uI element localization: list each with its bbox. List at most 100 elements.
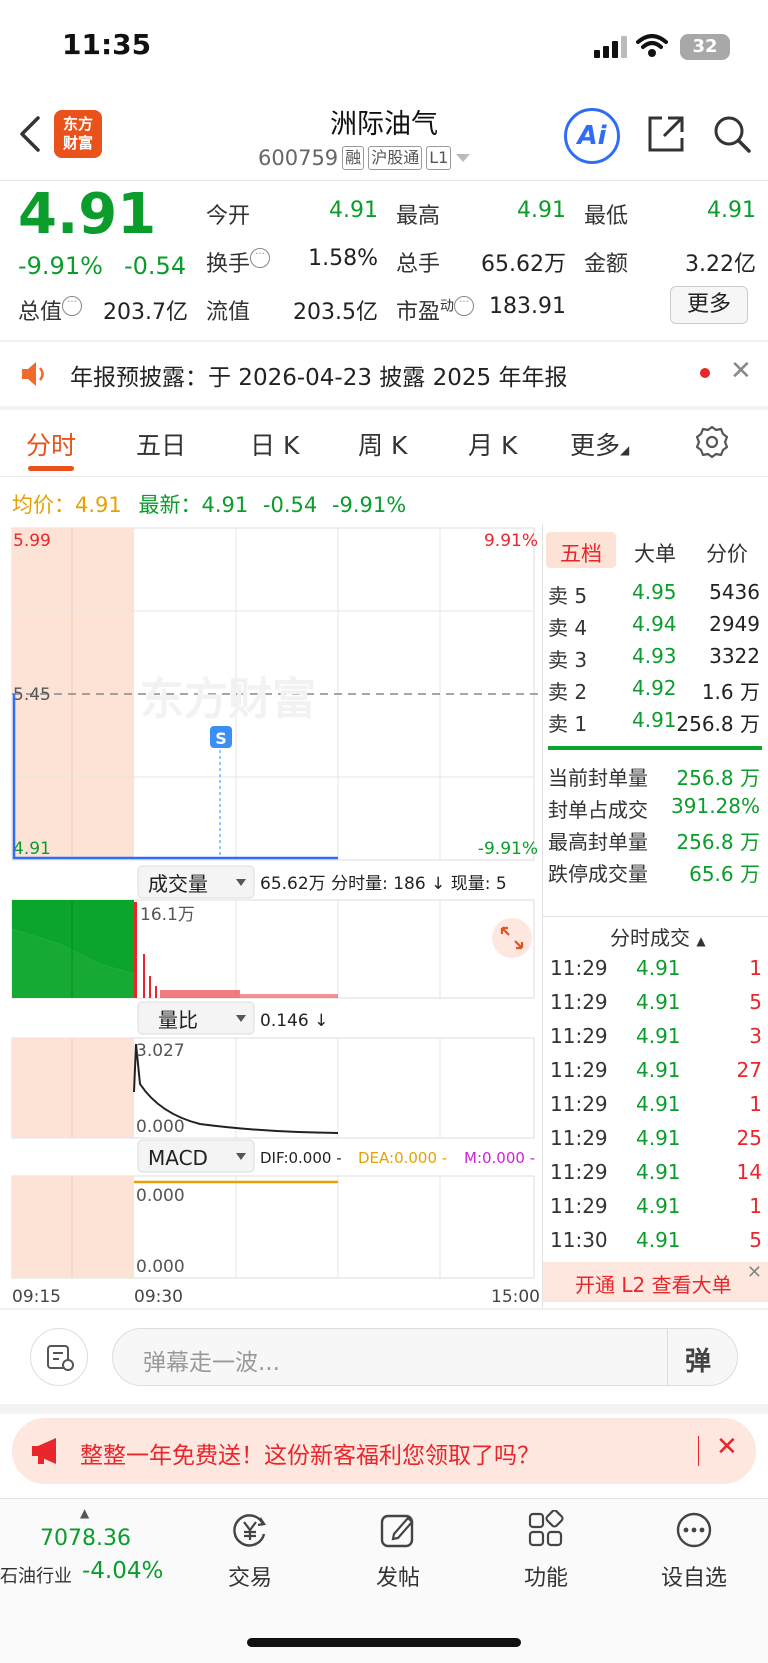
more-dots-icon — [676, 1512, 712, 1548]
open-value: 4.91 — [329, 198, 378, 223]
close-icon[interactable]: ✕ — [747, 1262, 762, 1283]
float-cap-value: 203.5亿 — [293, 300, 378, 325]
last-price: 4.91 — [18, 182, 157, 247]
info-icon: ··· — [62, 296, 83, 316]
index-percent: -4.04% — [82, 1558, 164, 1584]
ticks-title[interactable]: 分时成交 ▲ — [610, 922, 706, 951]
divider — [667, 1329, 668, 1385]
y-axis-top: 5.99 — [13, 531, 51, 551]
notice-text[interactable]: 年报预披露：于 2026-04-23 披露 2025 年年报 — [70, 358, 567, 392]
macd-dea: DEA:0.000 - — [358, 1149, 447, 1167]
divider — [543, 916, 768, 917]
danmu-input[interactable]: 弹幕走一波... 弹 — [112, 1328, 738, 1386]
caret-down-icon — [456, 154, 471, 162]
macd-dif: DIF:0.000 - — [260, 1149, 342, 1167]
divider — [0, 1308, 768, 1310]
macd-m: M:0.000 - — [464, 1149, 535, 1167]
post-edit-icon — [380, 1514, 414, 1548]
caret-icon: ◢ — [620, 443, 630, 457]
intraday-chart[interactable]: 东方财富 5.99 5.45 4.91 9.91% -9.91% S 成交量 6… — [0, 524, 542, 1310]
tab-trade[interactable]: 交易 — [190, 1510, 310, 1600]
tab-monthly-k[interactable]: 月 K — [468, 426, 517, 462]
tab-five-levels[interactable]: 五档 — [560, 538, 602, 568]
tab-price-distribution[interactable]: 分价 — [706, 538, 748, 568]
wifi-icon — [636, 34, 668, 57]
industry-index-widget[interactable]: ▲ 7078.36 石油行业 -4.04% — [0, 1504, 176, 1594]
stock-code: 600759 — [258, 146, 339, 170]
unread-dot — [700, 368, 710, 378]
danmu-list-button[interactable] — [30, 1328, 88, 1386]
tab-large-orders[interactable]: 大单 — [634, 538, 676, 568]
l2-promo-banner[interactable]: 开通 L2 查看大单 ✕ — [543, 1262, 768, 1302]
tab-intraday[interactable]: 分时 — [26, 426, 76, 462]
tab-weekly-k[interactable]: 周 K — [358, 426, 407, 462]
tab-functions[interactable]: 功能 — [486, 1510, 606, 1600]
intraday-summary: 均价：4.91 最新：4.91 -0.54 -9.91% — [12, 493, 407, 517]
ratio-top-label: 3.027 — [136, 1041, 185, 1061]
change-amount: -0.54 — [124, 252, 187, 280]
functions-grid-icon — [528, 1510, 564, 1547]
volume-bar — [155, 986, 157, 998]
time-axis-end: 15:00 — [491, 1287, 540, 1307]
search-icon[interactable] — [712, 114, 752, 154]
caret-up-icon: ▲ — [696, 934, 706, 948]
info-icon: ··· — [250, 248, 271, 268]
volume-info: 65.62万 分时量: 186 ↓ 现量: 5 — [260, 874, 507, 894]
cellular-signal-icon — [594, 36, 627, 58]
margin-tag: 融 — [342, 146, 365, 170]
volume-bar — [240, 994, 338, 998]
tab-five-day[interactable]: 五日 — [136, 426, 186, 462]
stock-code-row[interactable]: 600759 融 沪股通 L1 — [258, 146, 471, 170]
high-label: 最高 — [396, 204, 441, 229]
settings-gear-icon[interactable] — [694, 424, 730, 460]
status-time: 11:35 — [62, 28, 152, 61]
divider — [0, 340, 768, 342]
turnover-value: 1.58% — [308, 246, 378, 271]
signal-marker-label: S — [215, 729, 227, 748]
pe-label[interactable]: 市盈动 ··· — [396, 294, 475, 326]
volume-bar — [143, 954, 145, 998]
volume-value: 65.62万 — [481, 252, 566, 277]
tab-post[interactable]: 发帖 — [338, 1510, 458, 1600]
avg-price: 4.91 — [75, 493, 122, 517]
mktcap-label[interactable]: 总值 ··· — [18, 294, 83, 326]
index-name: 石油行业 — [0, 1566, 72, 1587]
info-icon: ··· — [454, 296, 475, 316]
tab-daily-k[interactable]: 日 K — [250, 426, 299, 462]
tab-watchlist-settings[interactable]: 设自选 — [634, 1510, 754, 1600]
more-quote-button[interactable]: 更多 — [670, 286, 748, 324]
active-tab-indicator — [28, 466, 74, 471]
connect-tag: 沪股通 — [368, 146, 423, 170]
volume-bar — [134, 902, 137, 998]
low-label: 最低 — [584, 204, 629, 229]
turnover-label[interactable]: 换手 ··· — [206, 246, 271, 278]
float-cap-label: 流值 — [206, 300, 251, 325]
caret-up-icon: ▲ — [80, 1506, 90, 1520]
amount-label: 金额 — [584, 252, 629, 277]
promo-close-button[interactable]: ✕ — [716, 1432, 738, 1462]
high-value: 4.91 — [517, 198, 566, 223]
share-icon[interactable] — [646, 114, 686, 154]
ai-assistant-button[interactable]: Ai — [564, 108, 620, 164]
low-value: 4.91 — [707, 198, 756, 223]
promo-banner[interactable]: 整整一年免费送！这份新客福利您领取了吗？ ✕ — [12, 1418, 756, 1484]
expand-button[interactable] — [492, 918, 532, 958]
speaker-icon — [22, 362, 44, 386]
divider — [0, 180, 768, 181]
divider — [0, 476, 768, 477]
ratio-info: 0.146 ↓ — [260, 1011, 328, 1031]
danmu-toggle-button[interactable]: 弹 — [685, 1341, 711, 1378]
macd-top-label: 0.000 — [136, 1186, 185, 1206]
index-value: 7078.36 — [40, 1526, 131, 1551]
latest-percent: -9.91% — [331, 493, 407, 517]
ratio-selector-label: 量比 — [158, 1008, 198, 1032]
bid-ask-separator — [548, 746, 762, 750]
macd-selector-label: MACD — [148, 1146, 208, 1170]
divider — [0, 406, 768, 410]
volume-label: 总手 — [396, 252, 441, 277]
mktcap-value: 203.7亿 — [103, 300, 188, 325]
tab-more[interactable]: 更多◢ — [570, 426, 629, 462]
macd-bottom-label: 0.000 — [136, 1257, 185, 1277]
ratio-bottom-label: 0.000 — [136, 1117, 185, 1137]
notice-close-button[interactable]: ✕ — [730, 356, 752, 386]
